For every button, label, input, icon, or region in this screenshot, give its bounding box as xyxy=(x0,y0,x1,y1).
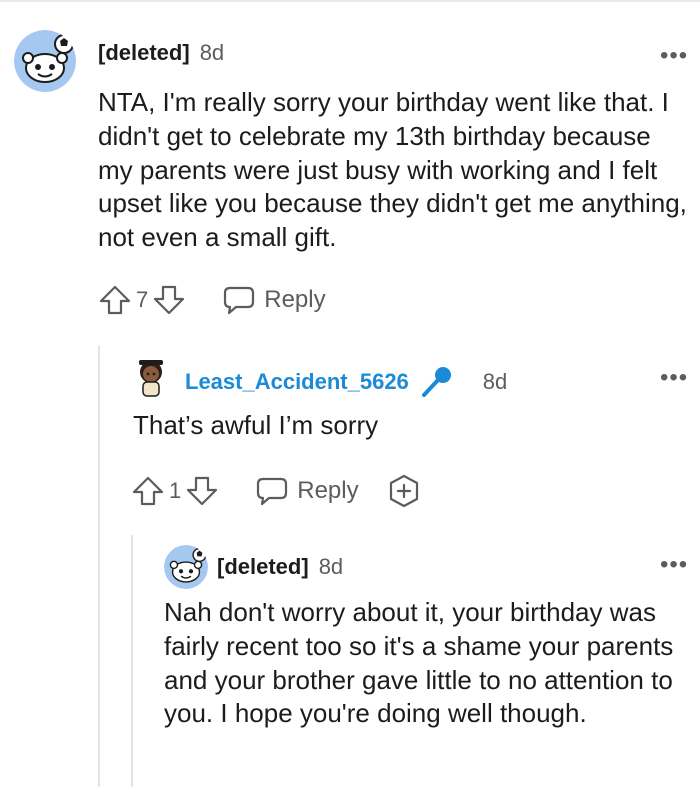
upvote-icon[interactable] xyxy=(98,284,132,316)
comment-3: [deleted] 8d xyxy=(217,554,637,580)
upvote-icon[interactable] xyxy=(131,475,165,507)
author-name[interactable]: [deleted] xyxy=(98,40,190,66)
comment-2: Least_Accident_5626 8d xyxy=(185,365,665,399)
avatar[interactable] xyxy=(164,545,208,589)
comment-actions: 7 Reply xyxy=(98,284,326,316)
more-options-button[interactable]: ••• xyxy=(660,553,688,577)
thread-line xyxy=(131,535,133,787)
downvote-icon[interactable] xyxy=(185,475,219,507)
avatar[interactable] xyxy=(133,358,169,400)
award-plus-icon[interactable] xyxy=(387,474,421,508)
user-avatar-icon xyxy=(139,360,163,397)
timestamp: 8d xyxy=(199,40,225,65)
comment-header: [deleted] 8d xyxy=(217,554,637,580)
timestamp: 8d xyxy=(482,369,508,394)
top-divider xyxy=(0,0,700,2)
comment-body: That’s awful I’m sorry xyxy=(133,410,379,440)
more-options-button[interactable]: ••• xyxy=(660,366,688,390)
downvote-icon[interactable] xyxy=(152,284,186,316)
snoo-avatar-icon xyxy=(14,30,76,92)
comment-header: [deleted] 8d xyxy=(98,40,688,66)
timestamp: 8d xyxy=(318,554,344,579)
avatar[interactable] xyxy=(14,30,76,92)
comment-actions: 1 Reply xyxy=(131,474,421,508)
author-name[interactable]: [deleted] xyxy=(217,554,309,580)
snoo-avatar-icon xyxy=(164,545,208,589)
reply-label: Reply xyxy=(264,286,326,313)
microphone-icon xyxy=(421,367,451,397)
speech-bubble-icon xyxy=(224,286,255,315)
reply-button[interactable]: Reply xyxy=(255,476,359,506)
vote-count: 7 xyxy=(136,287,149,312)
thread-line xyxy=(98,345,100,787)
comment-body: Nah don't worry about it, your birthday … xyxy=(164,597,674,729)
reply-button[interactable]: Reply xyxy=(222,285,326,315)
comment-body: NTA, I'm really sorry your birthday went… xyxy=(98,87,687,253)
comment-1: [deleted] 8d xyxy=(98,40,688,66)
more-options-button[interactable]: ••• xyxy=(660,44,688,68)
author-name[interactable]: Least_Accident_5626 xyxy=(185,369,409,395)
comment-header: Least_Accident_5626 8d xyxy=(185,365,665,399)
speech-bubble-icon xyxy=(257,477,288,506)
vote-count: 1 xyxy=(169,478,182,503)
reply-label: Reply xyxy=(297,477,359,504)
